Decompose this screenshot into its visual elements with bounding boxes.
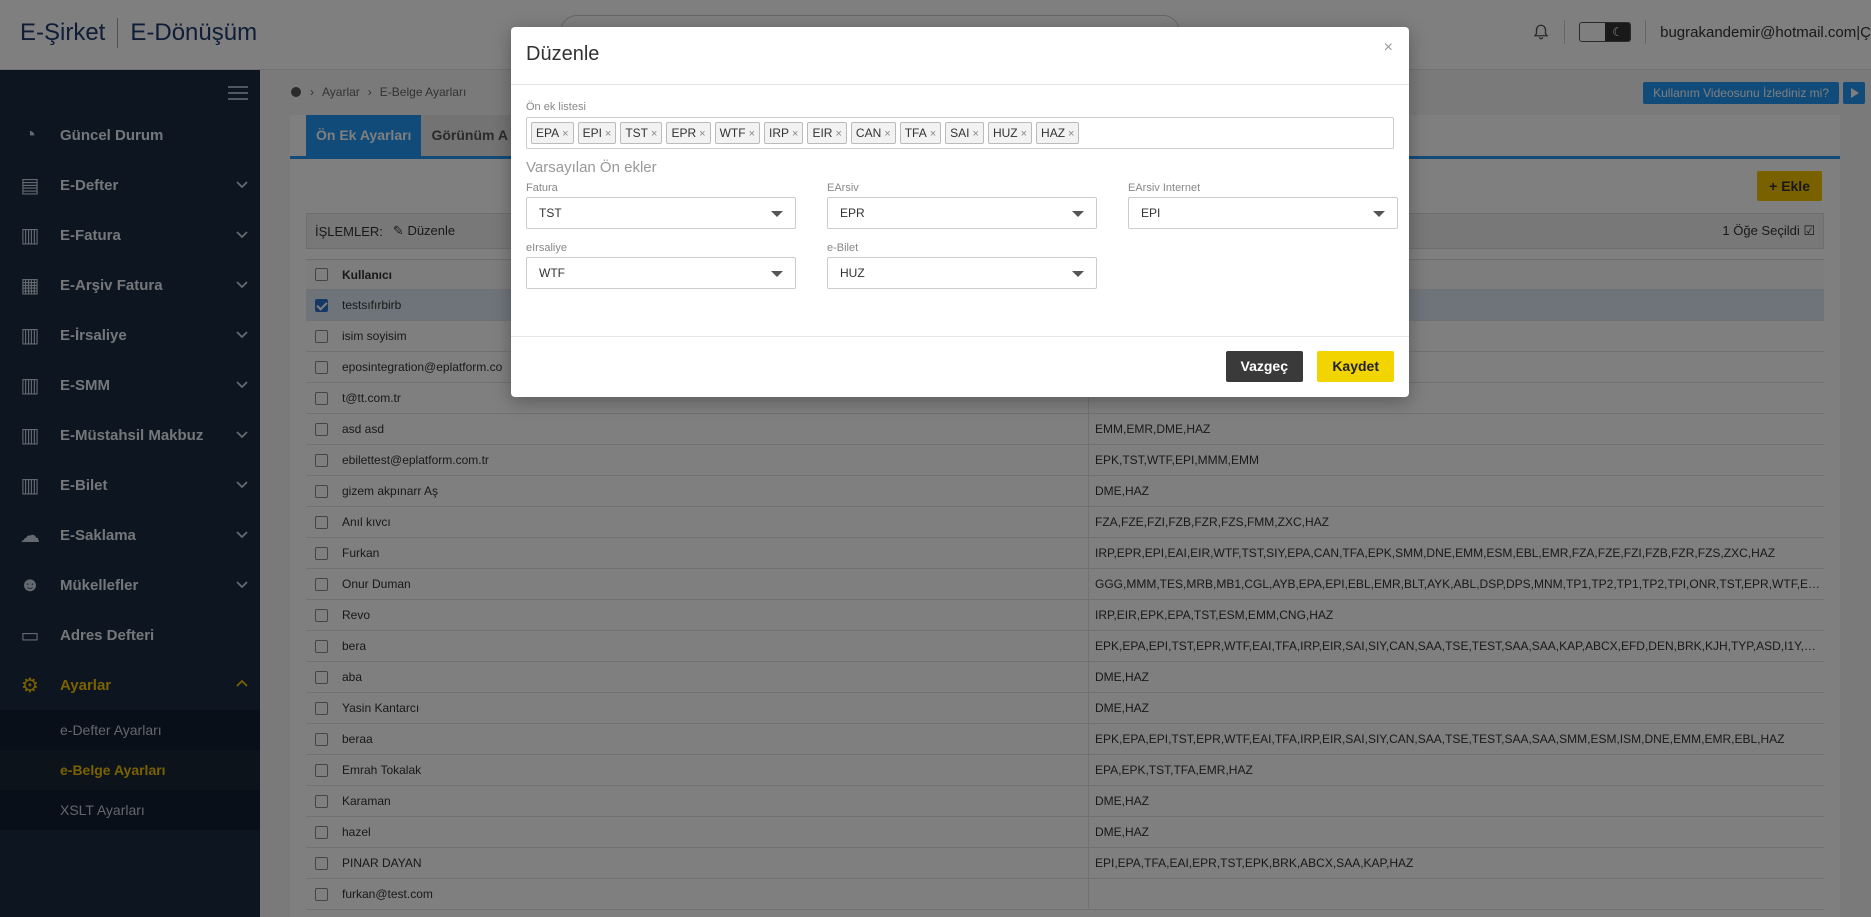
remove-tag-icon[interactable]: × — [835, 128, 841, 140]
field-label: eIrsaliye — [526, 242, 567, 254]
remove-tag-icon[interactable]: × — [792, 128, 798, 140]
remove-tag-icon[interactable]: × — [1021, 128, 1027, 140]
prefix-tag: TST × — [620, 122, 663, 144]
remove-tag-icon[interactable]: × — [699, 128, 705, 140]
edit-modal: Düzenle × Ön ek listesi EPA × EPI × TST × EPR ×… — [511, 27, 1409, 397]
prefix-tag: CAN × — [850, 122, 896, 144]
remove-tag-icon[interactable]: × — [562, 128, 568, 140]
remove-tag-icon[interactable]: × — [749, 128, 755, 140]
modal-title: Düzenle — [526, 43, 600, 65]
remove-tag-icon[interactable]: × — [973, 128, 979, 140]
modal-header: Düzenle × — [511, 27, 1409, 85]
prefix-tag: HUZ × — [987, 122, 1033, 144]
default-prefix-field: eIrsaliye WTF — [526, 242, 796, 289]
prefix-tag: EIR × — [807, 122, 847, 144]
prefix-tag: SAI × — [945, 122, 984, 144]
default-prefix-fields: Fatura TST EArsiv EPR EArsiv Internet EPI eIrs… — [526, 176, 1398, 306]
default-prefix-field: EArsiv Internet EPI — [1128, 182, 1398, 229]
close-icon[interactable]: × — [1384, 39, 1393, 57]
field-label: Fatura — [526, 182, 558, 194]
field-label: EArsiv Internet — [1128, 182, 1201, 194]
remove-tag-icon[interactable]: × — [651, 128, 657, 140]
remove-tag-icon[interactable]: × — [605, 128, 611, 140]
prefix-list-label: Ön ek listesi — [526, 101, 586, 113]
default-prefix-field: Fatura TST — [526, 182, 796, 229]
prefix-tag: IRP × — [764, 122, 804, 144]
invoice-prefix-select[interactable]: TST — [526, 197, 796, 229]
field-label: e-Bilet — [827, 242, 859, 254]
prefix-tags-input[interactable]: EPA × EPI × TST × EPR × WTF × IRP × EIR × CAN × TFA × SAI ×… — [526, 117, 1394, 149]
earchive-internet-prefix-select[interactable]: EPI — [1128, 197, 1398, 229]
prefix-tag: EPR × — [666, 122, 711, 144]
prefix-tag: EPA × — [531, 122, 574, 144]
prefix-tag: WTF × — [714, 122, 761, 144]
remove-tag-icon[interactable]: × — [930, 128, 936, 140]
ewaybill-prefix-select[interactable]: WTF — [526, 257, 796, 289]
prefix-tag: TFA × — [899, 122, 942, 144]
field-label: EArsiv — [827, 182, 859, 194]
earchive-prefix-select[interactable]: EPR — [827, 197, 1097, 229]
prefix-tag: EPI × — [577, 122, 617, 144]
eticket-prefix-select[interactable]: HUZ — [827, 257, 1097, 289]
prefix-tag: HAZ × — [1036, 122, 1080, 144]
save-button[interactable]: Kaydet — [1317, 351, 1394, 382]
default-prefix-field: EArsiv EPR — [827, 182, 1097, 229]
cancel-button[interactable]: Vazgeç — [1225, 351, 1303, 382]
remove-tag-icon[interactable]: × — [884, 128, 890, 140]
modal-body: Ön ek listesi EPA × EPI × TST × EPR × WTF × IRP × EI… — [526, 101, 1398, 306]
remove-tag-icon[interactable]: × — [1068, 128, 1074, 140]
defaults-title: Varsayılan Ön ekler — [526, 159, 657, 176]
modal-footer: Vazgeç Kaydet — [511, 336, 1409, 397]
default-prefix-field: e-Bilet HUZ — [827, 242, 1097, 289]
